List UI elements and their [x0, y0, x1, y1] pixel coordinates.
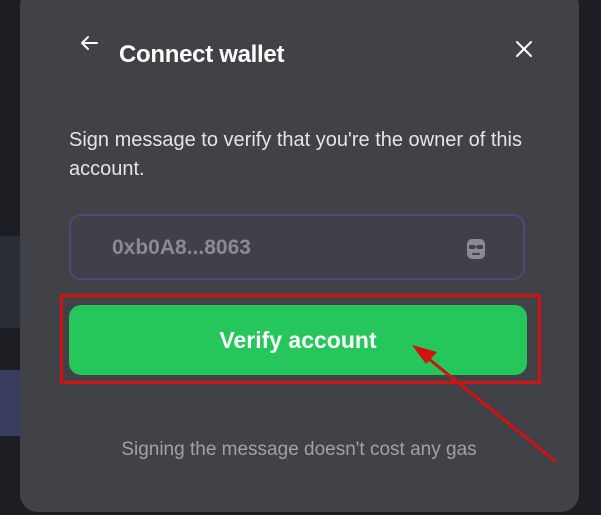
background-panel [0, 370, 20, 436]
connect-wallet-modal: Connect wallet Sign message to verify th… [20, 0, 579, 512]
verify-account-button[interactable]: Verify account [69, 305, 527, 375]
wallet-address-field: 0xb0A8...8063 [69, 214, 525, 280]
back-button[interactable] [78, 32, 100, 54]
wallet-avatar-icon [467, 239, 485, 259]
gas-footnote: Signing the message doesn't cost any gas [121, 439, 477, 460]
back-arrow-icon [81, 36, 98, 50]
sign-message-instructions: Sign message to verify that you're the o… [69, 129, 522, 180]
dialog-title: Connect wallet [119, 41, 285, 68]
close-button[interactable] [513, 38, 535, 60]
wallet-address: 0xb0A8...8063 [112, 236, 251, 259]
background-panel [0, 236, 20, 328]
close-icon [516, 41, 532, 57]
